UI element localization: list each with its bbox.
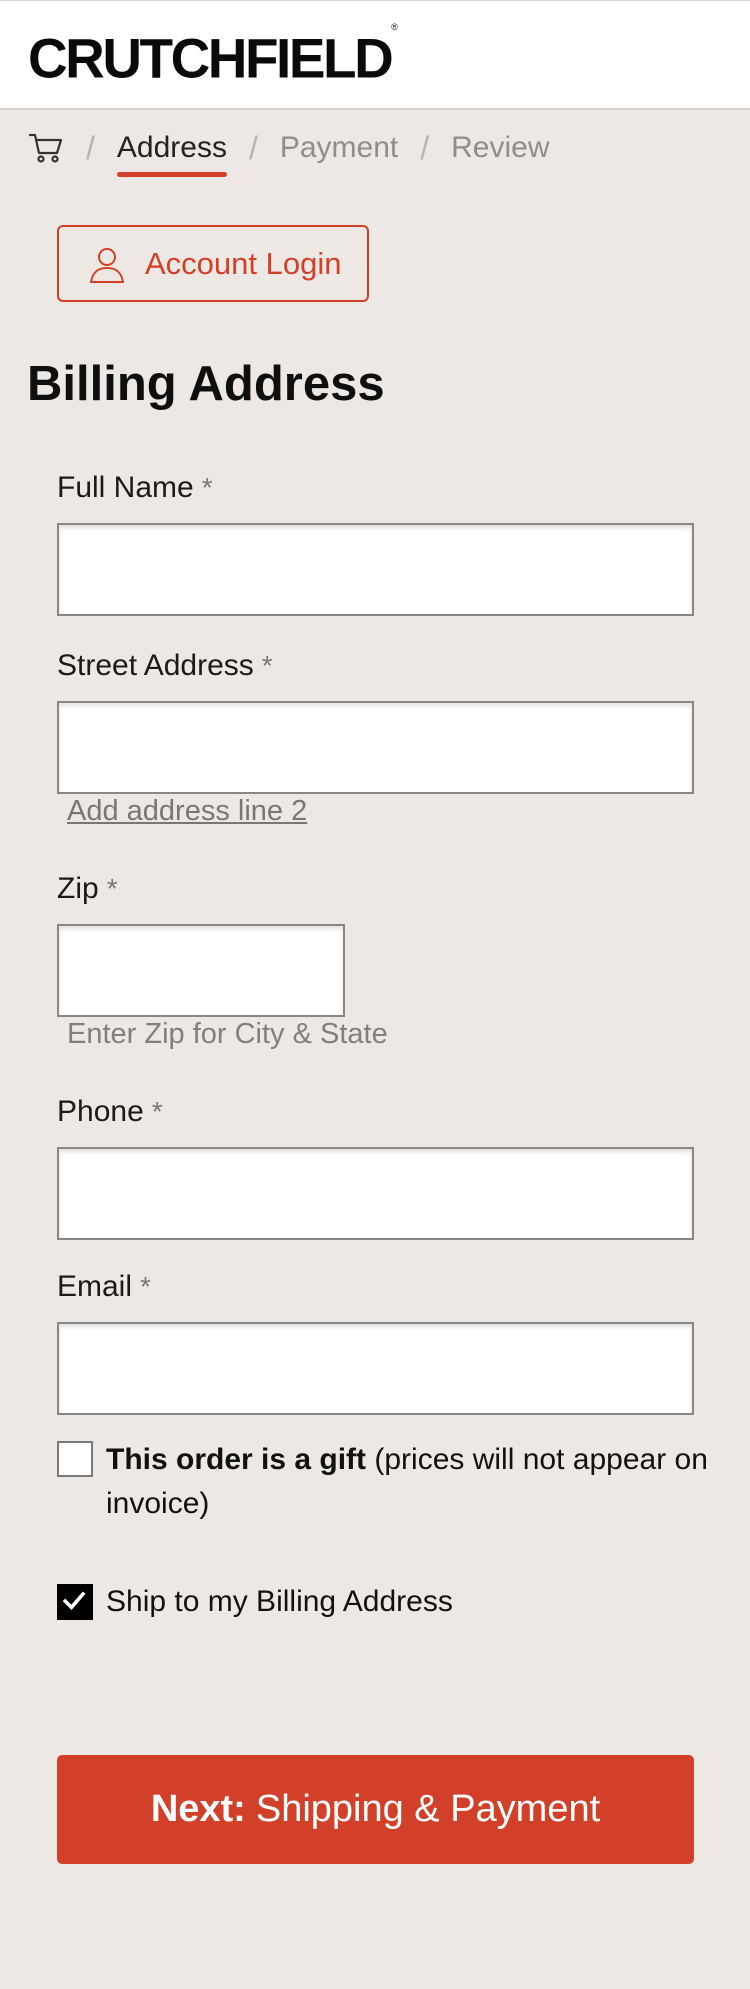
email-input[interactable] <box>57 1322 694 1415</box>
zip-label: Zip * <box>57 871 118 907</box>
account-login-label: Account Login <box>145 245 342 281</box>
street-address-label: Street Address * <box>57 648 273 684</box>
breadcrumb-step-review: Review <box>451 131 550 164</box>
email-label: Email * <box>57 1269 151 1305</box>
page-title: Billing Address <box>27 357 385 411</box>
email-label-text: Email <box>57 1270 133 1303</box>
required-mark: * <box>106 873 118 904</box>
gift-checkbox-label[interactable]: This order is a gift (prices will not ap… <box>106 1438 726 1526</box>
breadcrumb-separator: / <box>420 129 430 166</box>
ship-to-billing-checkbox[interactable] <box>57 1584 93 1620</box>
registered-mark: ® <box>391 22 398 32</box>
checkout-breadcrumb: / Address / Payment / Review <box>28 118 550 178</box>
required-mark: * <box>261 650 273 681</box>
breadcrumb-step-address[interactable]: Address <box>116 131 228 177</box>
ship-to-billing-label[interactable]: Ship to my Billing Address <box>106 1580 726 1624</box>
next-button-bold: Next: <box>150 1788 246 1830</box>
logo-text: CRUTCHFIELD <box>28 26 394 90</box>
required-mark: * <box>140 1271 151 1302</box>
cart-icon[interactable] <box>28 131 64 165</box>
next-shipping-payment-button[interactable]: Next: Shipping & Payment <box>57 1755 694 1864</box>
zip-label-text: Zip <box>57 872 99 905</box>
breadcrumb-separator: / <box>86 129 95 166</box>
required-mark: * <box>151 1096 163 1127</box>
add-address-line-2-link[interactable]: Add address line 2 <box>67 795 307 828</box>
zip-hint: Enter Zip for City & State <box>67 1018 388 1050</box>
gift-label-bold: This order is a gift <box>106 1443 367 1476</box>
street-address-input[interactable] <box>57 701 694 794</box>
full-name-label-text: Full Name <box>57 471 194 504</box>
full-name-input[interactable] <box>57 523 694 616</box>
gift-checkbox[interactable] <box>57 1441 93 1477</box>
user-icon <box>89 247 125 283</box>
next-button-label: Shipping & Payment <box>255 1788 601 1830</box>
site-header: CRUTCHFIELD® <box>0 0 750 110</box>
full-name-label: Full Name * <box>57 470 213 506</box>
phone-label-text: Phone <box>57 1095 144 1128</box>
account-login-button[interactable]: Account Login <box>57 225 369 302</box>
required-mark: * <box>201 472 213 503</box>
crutchfield-logo[interactable]: CRUTCHFIELD® <box>28 22 398 91</box>
zip-input[interactable] <box>57 924 345 1017</box>
phone-label: Phone * <box>57 1094 163 1130</box>
breadcrumb-step-payment: Payment <box>279 131 399 164</box>
street-address-label-text: Street Address <box>57 649 254 682</box>
checkmark-icon <box>62 1591 86 1610</box>
breadcrumb-separator: / <box>248 129 258 166</box>
phone-input[interactable] <box>57 1147 694 1240</box>
